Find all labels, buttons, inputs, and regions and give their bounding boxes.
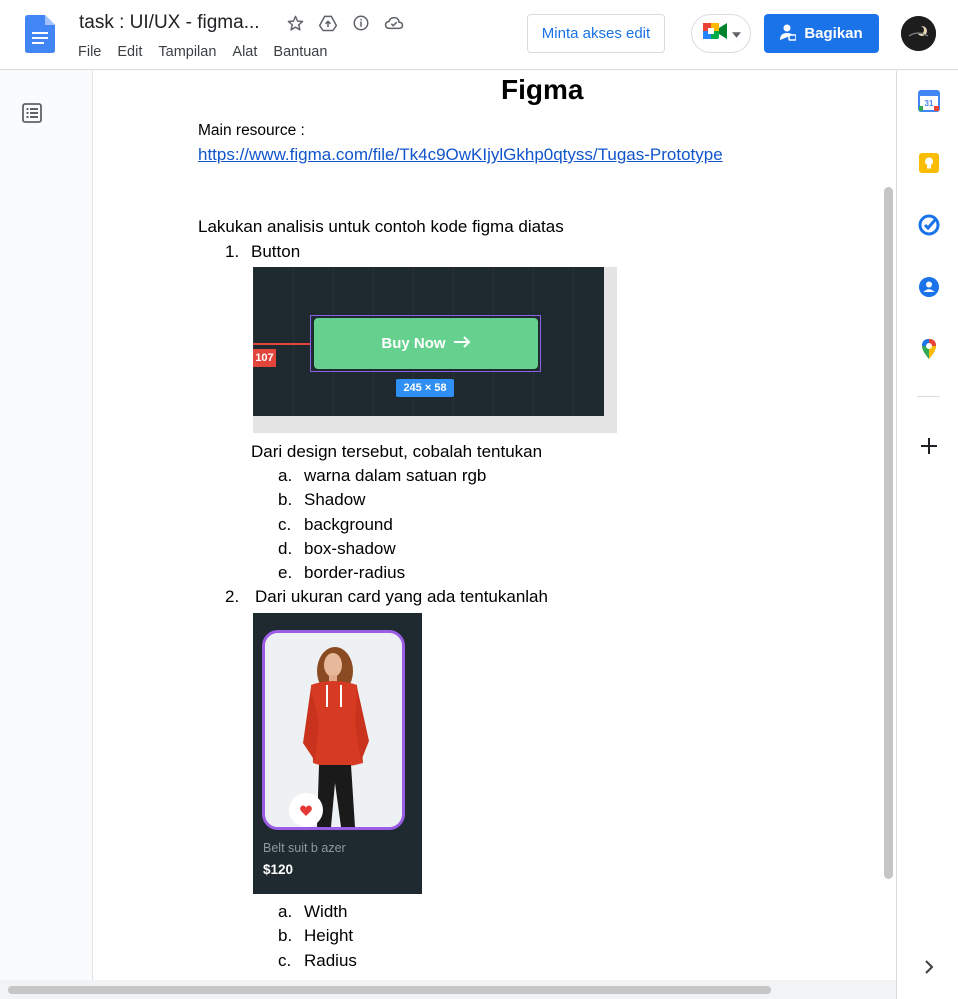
arrow-right-icon xyxy=(453,335,471,352)
move-to-drive-icon[interactable] xyxy=(317,12,339,34)
measure-line xyxy=(253,343,311,345)
intro-text: Lakukan analisis untuk contoh kode figma… xyxy=(198,217,564,236)
sub-letter: c. xyxy=(278,515,292,534)
share-person-icon xyxy=(780,23,798,45)
sub-item: Radius xyxy=(304,951,357,970)
sub-letter: a. xyxy=(278,466,293,485)
sub-item: Height xyxy=(304,926,354,945)
header: task : UI/UX - figma... File Edit Tampil… xyxy=(0,0,958,70)
button-design-image[interactable]: 107 Buy Now 245 × 58 xyxy=(253,267,617,433)
measure-tag: 107 xyxy=(253,349,276,367)
menu-help[interactable]: Bantuan xyxy=(273,44,327,60)
side-panel-divider xyxy=(917,396,940,397)
list-number: 1. xyxy=(225,242,240,261)
card-photo-frame xyxy=(262,630,405,830)
list-item-button: Button xyxy=(251,242,301,261)
meet-icon xyxy=(702,20,728,47)
favorite-button xyxy=(289,793,323,827)
svg-text:31: 31 xyxy=(925,99,934,108)
docs-app: task : UI/UX - figma... File Edit Tampil… xyxy=(0,0,958,999)
maps-icon[interactable] xyxy=(917,337,941,361)
list-item-card: Dari ukuran card yang ada tentukanlah xyxy=(255,587,548,606)
item1-description: Dari design tersebut, cobalah tentukan xyxy=(251,442,543,461)
document-title[interactable]: task : UI/UX - figma... xyxy=(79,12,260,34)
menu-bar: File Edit Tampilan Alat Bantuan xyxy=(78,44,327,60)
card-product-name: Belt suit b azer xyxy=(263,841,346,855)
menu-view[interactable]: Tampilan xyxy=(158,44,216,60)
menu-file[interactable]: File xyxy=(78,44,101,60)
cloud-status-icon[interactable] xyxy=(383,12,405,34)
calendar-icon[interactable]: 31 xyxy=(917,89,941,113)
sub-letter: b. xyxy=(278,926,293,945)
sub-letter: a. xyxy=(278,902,293,921)
contacts-icon[interactable] xyxy=(917,275,941,299)
page-title: Figma xyxy=(501,74,584,105)
sub-item: Width xyxy=(304,902,348,921)
request-edit-access-button[interactable]: Minta akses edit xyxy=(527,14,665,53)
card-product-price: $120 xyxy=(263,862,294,877)
share-button[interactable]: Bagikan xyxy=(764,14,879,53)
menu-tools[interactable]: Alat xyxy=(232,44,257,60)
sub-letter: e. xyxy=(278,563,293,582)
sub-letter: c. xyxy=(278,951,292,970)
tasks-icon[interactable] xyxy=(917,213,941,237)
figma-link[interactable]: https://www.figma.com/file/Tk4c9OwKIjylG… xyxy=(198,145,723,165)
add-icon[interactable] xyxy=(917,434,941,458)
sub-letter: b. xyxy=(278,490,293,509)
menu-edit[interactable]: Edit xyxy=(117,44,142,60)
buy-now-preview: Buy Now xyxy=(314,318,538,369)
size-tag: 245 × 58 xyxy=(396,379,454,397)
side-panel: 31 xyxy=(896,71,958,999)
sub-item: background xyxy=(304,515,393,534)
card-design-image[interactable]: Belt suit b azer $120 xyxy=(253,613,422,894)
sub-letter: d. xyxy=(278,539,293,558)
model-photo xyxy=(265,633,402,827)
document-page[interactable]: Figma Main resource : https://www.figma.… xyxy=(92,71,880,980)
keep-icon[interactable] xyxy=(917,151,941,175)
chevron-right-icon[interactable] xyxy=(917,955,941,979)
horizontal-scrollbar[interactable] xyxy=(0,980,896,999)
main-resource-label: Main resource : xyxy=(198,122,305,139)
share-label: Bagikan xyxy=(804,25,863,42)
heart-icon xyxy=(300,805,312,816)
meet-button[interactable] xyxy=(691,14,751,53)
docs-logo-icon[interactable] xyxy=(25,15,55,53)
buy-now-label: Buy Now xyxy=(381,335,446,352)
sub-item: Shadow xyxy=(304,490,366,509)
avatar[interactable] xyxy=(901,16,936,51)
document-outline-icon[interactable] xyxy=(20,101,44,125)
chevron-down-icon xyxy=(731,25,741,43)
sub-item: box-shadow xyxy=(304,539,396,558)
list-number: 2. xyxy=(225,587,240,606)
sub-item: border-radius xyxy=(304,563,406,582)
horizontal-scroll-thumb[interactable] xyxy=(8,986,771,994)
star-icon[interactable] xyxy=(284,12,306,34)
details-icon[interactable] xyxy=(350,12,372,34)
vertical-scroll-thumb[interactable] xyxy=(884,187,893,879)
sub-item: warna dalam satuan rgb xyxy=(304,466,487,485)
